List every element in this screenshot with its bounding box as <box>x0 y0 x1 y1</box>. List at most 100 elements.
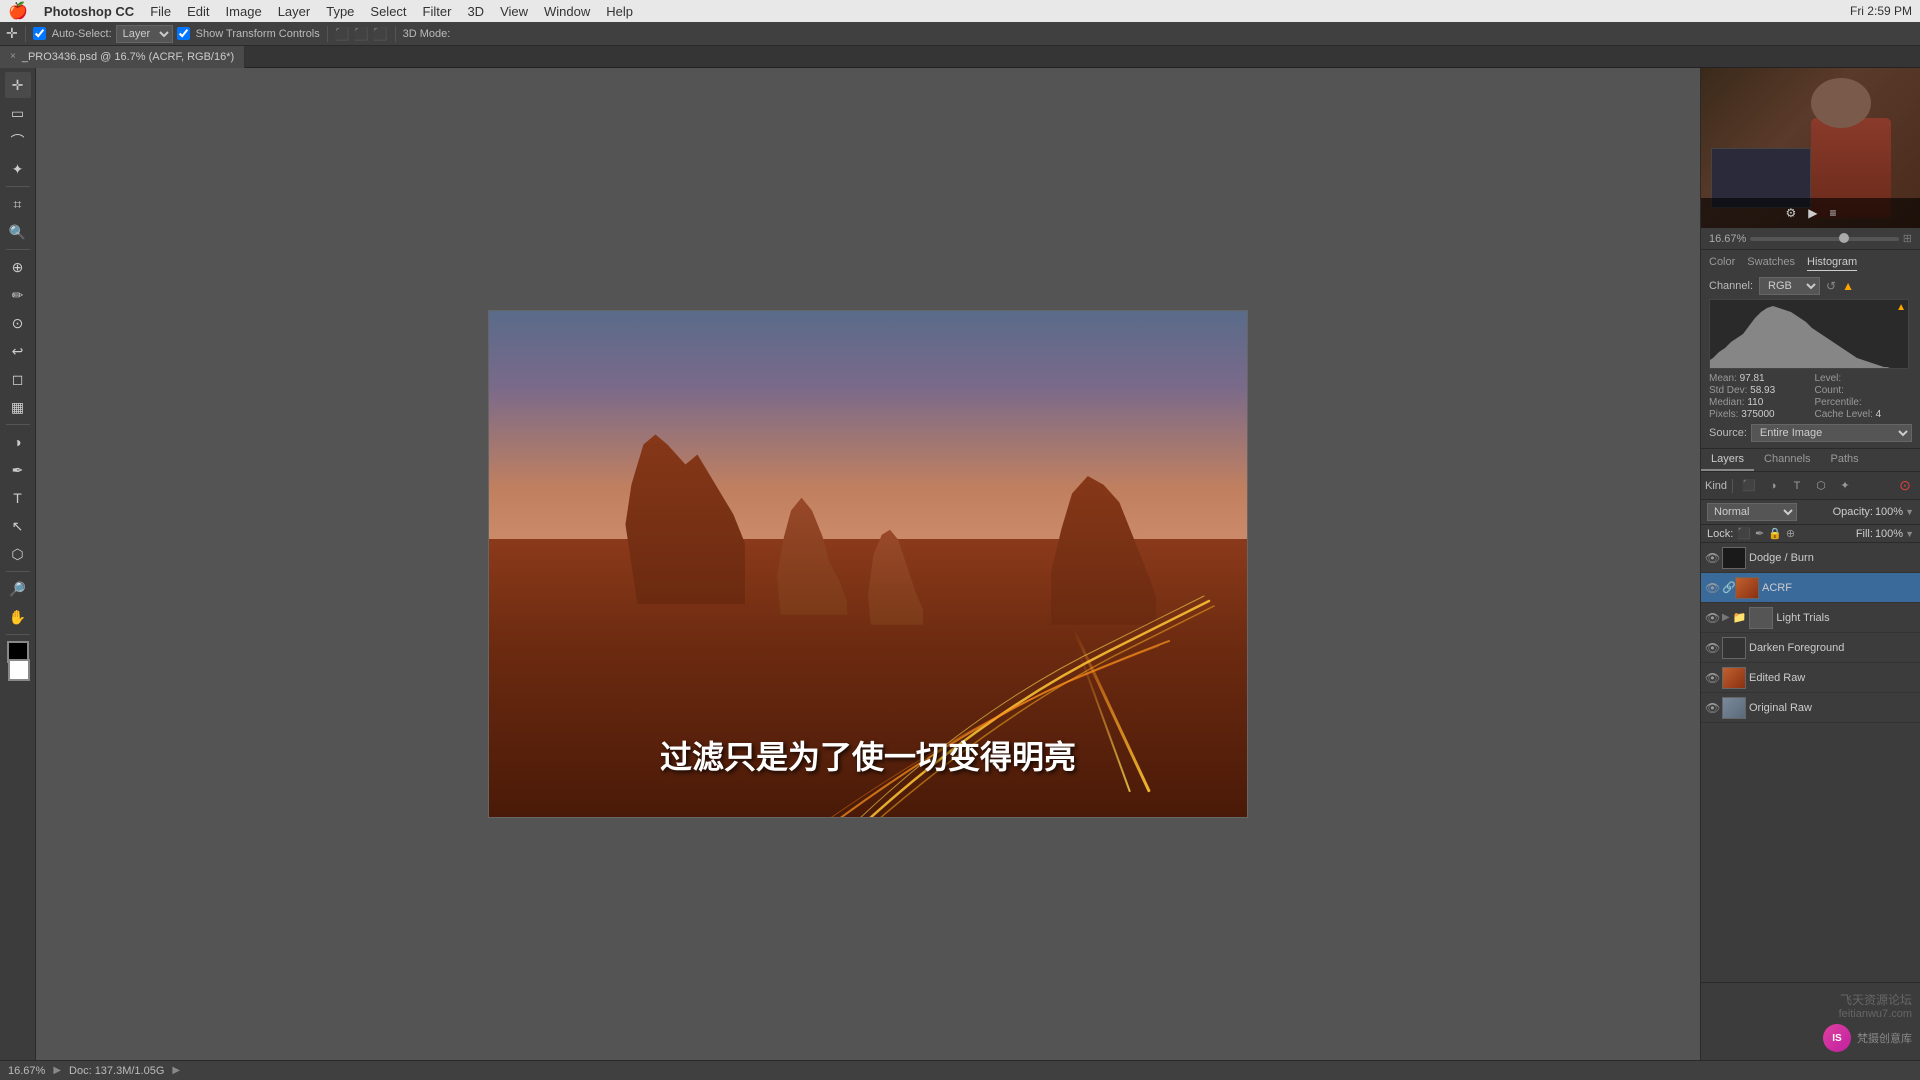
video-more-icon[interactable]: ≡ <box>1829 206 1836 220</box>
menu-help[interactable]: Help <box>606 4 633 19</box>
apple-logo[interactable]: 🍎 <box>8 1 28 21</box>
menu-window[interactable]: Window <box>544 4 590 19</box>
blend-mode-select[interactable]: Normal Multiply Screen Overlay Darken Li… <box>1707 503 1797 521</box>
menu-3d[interactable]: 3D <box>467 4 484 19</box>
gradient-tool[interactable]: ▦ <box>5 394 31 420</box>
layer-visibility-icon[interactable]: 👁 <box>1705 641 1719 655</box>
lasso-tool[interactable]: ⌒ <box>5 128 31 154</box>
fill-dropdown-icon[interactable]: ▼ <box>1905 529 1914 539</box>
filter-shape-icon[interactable]: ⬡ <box>1810 476 1832 496</box>
filter-smart-icon[interactable]: ✦ <box>1834 476 1856 496</box>
layer-thumbnail <box>1722 547 1746 569</box>
menu-layer[interactable]: Layer <box>278 4 311 19</box>
filter-pixel-icon[interactable]: ⬛ <box>1738 476 1760 496</box>
auto-select-dropdown[interactable]: Layer Group <box>116 25 173 43</box>
canvas-image[interactable] <box>488 310 1248 818</box>
statusbar-arrow[interactable]: ▶ <box>53 1065 61 1076</box>
statusbar-forward-arrow[interactable]: ▶ <box>172 1065 180 1076</box>
fill-control: Fill: 100% ▼ <box>1856 528 1914 540</box>
menu-edit[interactable]: Edit <box>187 4 209 19</box>
filter-type-icon[interactable]: T <box>1786 476 1808 496</box>
video-play-icon[interactable]: ▶ <box>1808 206 1817 220</box>
fill-value[interactable]: 100% <box>1875 528 1903 540</box>
type-tool[interactable]: T <box>5 485 31 511</box>
lock-all-icon[interactable]: 🔒 <box>1768 527 1782 540</box>
auto-select-checkbox[interactable] <box>33 27 46 40</box>
eyedropper-tool[interactable]: 🔍 <box>5 219 31 245</box>
layer-row[interactable]: 👁 🔗 ACRF <box>1701 573 1920 603</box>
magic-wand-tool[interactable]: ✦ <box>5 156 31 182</box>
video-settings-icon[interactable]: ⚙ <box>1785 206 1796 220</box>
panel-tabs: Color Swatches Histogram <box>1709 256 1912 271</box>
layer-visibility-icon[interactable]: 👁 <box>1705 671 1719 685</box>
layer-visibility-icon[interactable]: 👁 <box>1705 551 1719 565</box>
layer-link-icon[interactable]: 🔗 <box>1722 581 1732 594</box>
tab-layers[interactable]: Layers <box>1701 449 1754 471</box>
zoom-slider[interactable] <box>1750 237 1898 241</box>
statusbar: 16.67% ▶ Doc: 137.3M/1.05G ▶ <box>0 1060 1920 1080</box>
layer-filter-toggle[interactable]: ⊙ <box>1894 476 1916 496</box>
pen-tool[interactable]: ✒ <box>5 457 31 483</box>
spot-heal-tool[interactable]: ⊕ <box>5 254 31 280</box>
show-transform-checkbox[interactable] <box>177 27 190 40</box>
layer-group-expand-icon[interactable]: ▶ <box>1722 612 1730 623</box>
crop-tool[interactable]: ⌗ <box>5 191 31 217</box>
move-tool[interactable]: ✛ <box>5 72 31 98</box>
light-trail <box>871 592 1171 792</box>
layer-row[interactable]: 👁 Darken Foreground <box>1701 633 1920 663</box>
opacity-dropdown-icon[interactable]: ▼ <box>1905 507 1914 517</box>
menu-select[interactable]: Select <box>370 4 406 19</box>
tab-color[interactable]: Color <box>1709 256 1735 271</box>
source-select[interactable]: Entire Image Selected Layer <box>1751 424 1912 442</box>
align-left-icon[interactable]: ⬛ <box>335 27 350 41</box>
watermark-line2: feitianwu7.com <box>1709 1008 1912 1020</box>
filter-adj-icon[interactable]: ◑ <box>1762 476 1784 496</box>
layer-visibility-icon[interactable]: 👁 <box>1705 701 1719 715</box>
eraser-tool[interactable]: ◻ <box>5 366 31 392</box>
background-color[interactable] <box>8 659 30 681</box>
layer-row[interactable]: 👁 Edited Raw <box>1701 663 1920 693</box>
lock-position-icon[interactable]: ✒ <box>1755 527 1764 540</box>
menu-view[interactable]: View <box>500 4 528 19</box>
zoom-display: 16.67% ⊞ <box>1701 228 1920 250</box>
channel-select[interactable]: RGB Red Green Blue <box>1759 277 1820 295</box>
channel-row: Channel: RGB Red Green Blue ↺ ▲ <box>1709 277 1912 295</box>
sky-layer <box>489 311 1247 564</box>
tab-close-button[interactable]: × <box>10 51 16 62</box>
opacity-value[interactable]: 100% <box>1875 506 1903 518</box>
menu-type[interactable]: Type <box>326 4 354 19</box>
brand-badge: IS 梵摄创意库 <box>1709 1024 1912 1052</box>
source-label: Source: <box>1709 427 1747 439</box>
align-center-icon[interactable]: ⬛ <box>354 27 369 41</box>
menu-image[interactable]: Image <box>226 4 262 19</box>
layer-visibility-icon[interactable]: 👁 <box>1705 611 1719 625</box>
lock-pixels-icon[interactable]: ⬛ <box>1737 527 1751 540</box>
document-tab[interactable]: × _PRO3436.psd @ 16.7% (ACRF, RGB/16*) <box>0 46 245 68</box>
path-select-tool[interactable]: ↖ <box>5 513 31 539</box>
marquee-tool[interactable]: ▭ <box>5 100 31 126</box>
hand-tool[interactable]: ✋ <box>5 604 31 630</box>
align-right-icon[interactable]: ⬛ <box>373 27 388 41</box>
zoom-expand-icon[interactable]: ⊞ <box>1903 232 1912 245</box>
tab-swatches[interactable]: Swatches <box>1747 256 1795 271</box>
zoom-slider-thumb[interactable] <box>1839 233 1849 243</box>
layer-row[interactable]: 👁 ▶ 📁 Light Trials <box>1701 603 1920 633</box>
layer-row[interactable]: 👁 Original Raw <box>1701 693 1920 723</box>
main-content: ✛ ▭ ⌒ ✦ ⌗ 🔍 ⊕ ✏ ⊙ ↩ ◻ ▦ ◑ ✒ T ↖ ⬡ 🔎 ✋ <box>0 68 1920 1060</box>
layer-visibility-icon[interactable]: 👁 <box>1705 581 1719 595</box>
tab-histogram[interactable]: Histogram <box>1807 256 1857 271</box>
brush-tool[interactable]: ✏ <box>5 282 31 308</box>
toolbar-separator3 <box>395 26 396 42</box>
layer-row[interactable]: 👁 Dodge / Burn <box>1701 543 1920 573</box>
lock-art-icon[interactable]: ⊕ <box>1786 527 1795 540</box>
tab-channels[interactable]: Channels <box>1754 449 1820 471</box>
zoom-tool[interactable]: 🔎 <box>5 576 31 602</box>
clone-stamp-tool[interactable]: ⊙ <box>5 310 31 336</box>
dodge-tool[interactable]: ◑ <box>5 429 31 455</box>
menu-filter[interactable]: Filter <box>423 4 452 19</box>
history-brush-tool[interactable]: ↩ <box>5 338 31 364</box>
tab-paths[interactable]: Paths <box>1821 449 1869 471</box>
refresh-icon[interactable]: ↺ <box>1826 279 1836 293</box>
shape-tool[interactable]: ⬡ <box>5 541 31 567</box>
menu-file[interactable]: File <box>150 4 171 19</box>
